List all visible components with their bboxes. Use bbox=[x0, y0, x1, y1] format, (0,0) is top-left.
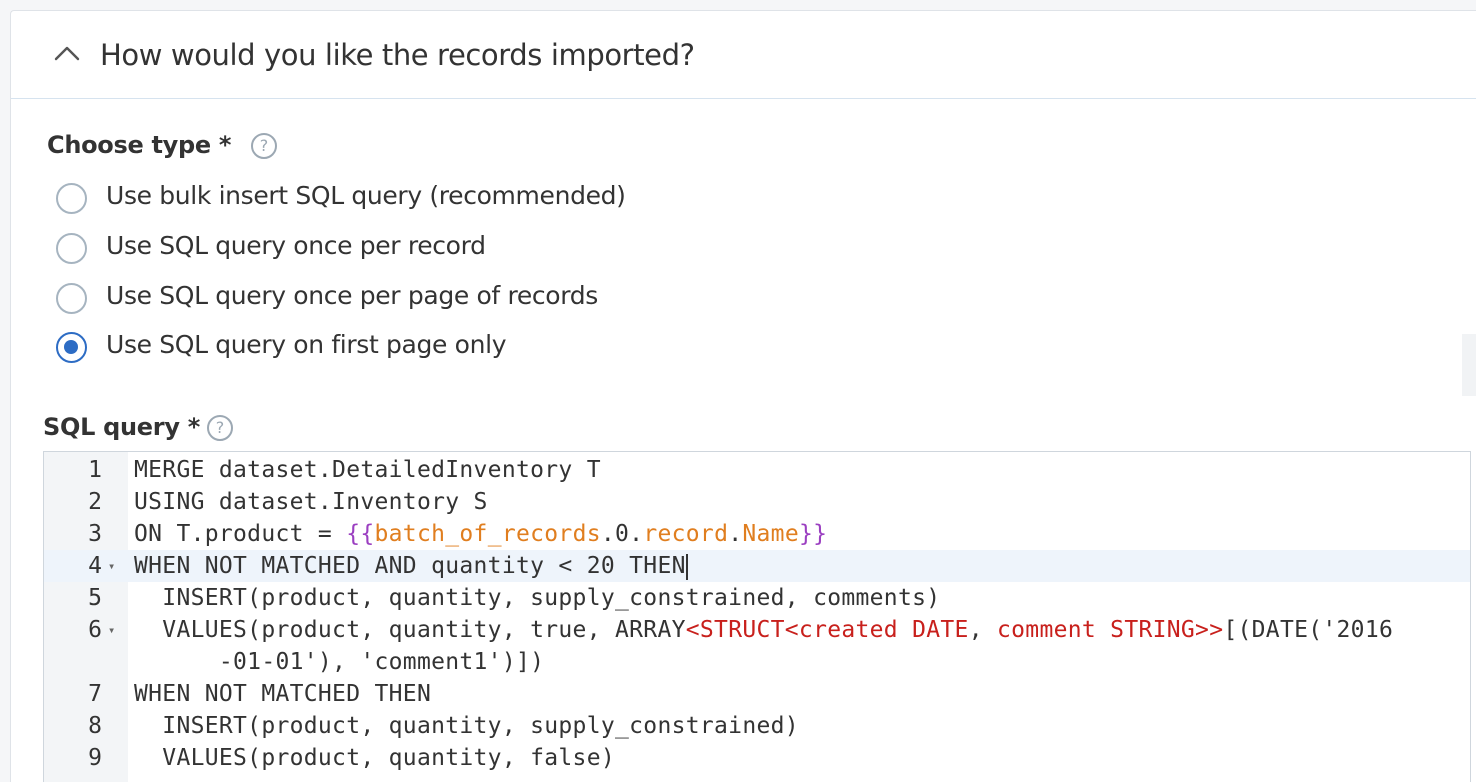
radio-button[interactable] bbox=[56, 283, 87, 314]
text-cursor bbox=[685, 553, 688, 580]
code-line[interactable]: 6 ▾ VALUES(product, quantity, true, ARRAY… bbox=[44, 614, 1470, 646]
code-text: USING dataset.Inventory S bbox=[134, 489, 488, 515]
code-text: INSERT(product, quantity, supply_constra… bbox=[134, 713, 799, 739]
section-header[interactable]: How would you like the records imported? bbox=[11, 11, 1476, 99]
line-number: 1 bbox=[88, 457, 102, 483]
line-number: 3 bbox=[88, 521, 102, 547]
sql-query-label: SQL query * bbox=[43, 413, 200, 441]
line-number: 4 bbox=[88, 553, 102, 579]
choose-type-label: Choose type * bbox=[47, 131, 232, 159]
code-text: WHEN NOT MATCHED THEN bbox=[134, 681, 432, 707]
code-text: ON T.product = {{batch_of_records.0.reco… bbox=[134, 521, 828, 547]
code-line[interactable]: 3 ON T.product = {{batch_of_records.0.rec… bbox=[44, 518, 1470, 550]
fold-arrow-icon[interactable]: ▾ bbox=[108, 550, 115, 582]
code-text: MERGE dataset.DetailedInventory T bbox=[134, 457, 601, 483]
code-line[interactable]: 5 INSERT(product, quantity, supply_const… bbox=[44, 582, 1470, 614]
code-line[interactable]: -01-01'), 'comment1')]) bbox=[44, 646, 1470, 678]
fold-arrow-icon[interactable]: ▾ bbox=[108, 614, 115, 646]
code-line[interactable]: 2 USING dataset.Inventory S bbox=[44, 486, 1470, 518]
code-line[interactable]: 9 VALUES(product, quantity, false) bbox=[44, 742, 1470, 774]
code-text: VALUES(product, quantity, true, ARRAY<ST… bbox=[134, 617, 1394, 643]
code-text: -01-01'), 'comment1')]) bbox=[134, 649, 545, 675]
radio-label: Use SQL query on first page only bbox=[106, 330, 507, 359]
line-number: 8 bbox=[88, 713, 102, 739]
scrollbar-track[interactable] bbox=[1462, 334, 1476, 396]
line-number: 5 bbox=[88, 585, 102, 611]
line-number: 2 bbox=[88, 489, 102, 515]
sql-query-help-icon[interactable]: ? bbox=[207, 415, 233, 441]
import-options-panel: How would you like the records imported?… bbox=[10, 10, 1476, 782]
code-text: WHEN NOT MATCHED AND quantity < 20 THEN bbox=[134, 553, 688, 580]
radio-label: Use SQL query once per page of records bbox=[106, 281, 598, 310]
code-text: VALUES(product, quantity, false) bbox=[134, 745, 616, 771]
code-line[interactable]: 7 WHEN NOT MATCHED THEN bbox=[44, 678, 1470, 710]
code-line[interactable]: 4 ▾ WHEN NOT MATCHED AND quantity < 20 THE… bbox=[44, 550, 1470, 582]
radio-button[interactable] bbox=[56, 183, 87, 214]
section-title: How would you like the records imported? bbox=[100, 38, 695, 72]
choose-type-help-icon[interactable]: ? bbox=[251, 133, 277, 159]
code-text: INSERT(product, quantity, supply_constra… bbox=[134, 585, 941, 611]
radio-button[interactable] bbox=[56, 233, 87, 264]
radio-label: Use SQL query once per record bbox=[106, 231, 486, 260]
chevron-up-icon[interactable] bbox=[53, 43, 81, 63]
line-number: 6 bbox=[88, 617, 102, 643]
sql-code-editor[interactable]: 1 MERGE dataset.DetailedInventory T 2 USING… bbox=[43, 451, 1471, 782]
line-number: 7 bbox=[88, 681, 102, 707]
code-line[interactable]: 8 INSERT(product, quantity, supply_const… bbox=[44, 710, 1470, 742]
code-line[interactable]: 1 MERGE dataset.DetailedInventory T bbox=[44, 454, 1470, 486]
radio-button-selected[interactable] bbox=[56, 332, 87, 363]
radio-label: Use bulk insert SQL query (recommended) bbox=[106, 181, 626, 210]
line-number: 9 bbox=[88, 745, 102, 771]
